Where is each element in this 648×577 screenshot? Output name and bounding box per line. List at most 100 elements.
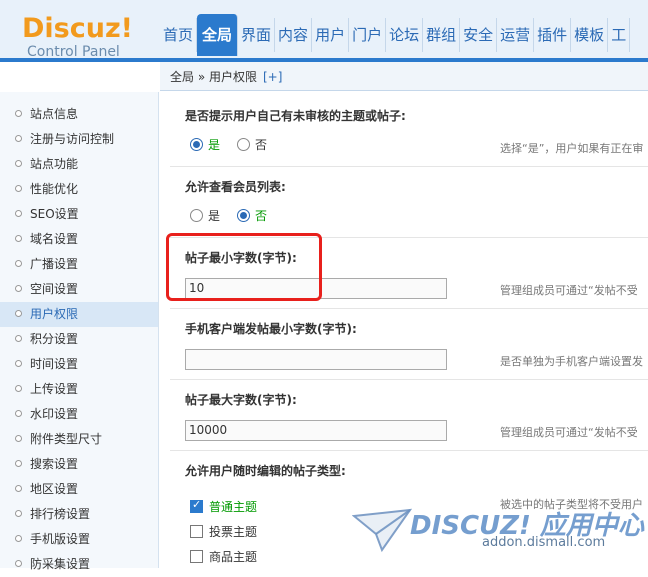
sidebar-item-label: 防采集设置	[30, 557, 91, 571]
nav-tab[interactable]: 界面	[238, 18, 276, 52]
header: Discuz! Control Panel 首页 全局 界面 内容 用户 门户 论坛 群组 安全…	[0, 0, 648, 62]
sidebar-item[interactable]: 域名设置	[0, 227, 158, 252]
edit-type-trade-checkbox[interactable]: 商品主题	[190, 548, 257, 565]
nav-tab[interactable]: 论坛	[386, 18, 424, 52]
bullet-icon	[15, 485, 22, 492]
breadcrumb: 全局 » 用户权限 [+]	[170, 68, 282, 85]
sidebar-item-label: 站点功能	[30, 157, 79, 171]
view-member-list-no-radio[interactable]: 否	[237, 207, 267, 224]
nav-tab[interactable]: 用户	[312, 18, 350, 52]
sidebar-item[interactable]: 地区设置	[0, 477, 158, 502]
checkbox-label: 投票主题	[209, 525, 258, 539]
sidebar-item-label: 积分设置	[30, 332, 79, 346]
nav-tab[interactable]: 模板	[571, 18, 609, 52]
sidebar-item-label: 上传设置	[30, 382, 79, 396]
sidebar-item[interactable]: 搜索设置	[0, 452, 158, 477]
sidebar-item[interactable]: 时间设置	[0, 352, 158, 377]
sidebar-item-label: 用户权限	[30, 307, 79, 321]
radio-label: 否	[255, 138, 268, 152]
sidebar-item[interactable]: 注册与访问控制	[0, 127, 158, 152]
sidebar-item-label: 性能优化	[30, 182, 79, 196]
sidebar-item[interactable]: 性能优化	[0, 177, 158, 202]
sidebar-item-label: 地区设置	[30, 482, 79, 496]
bullet-icon	[15, 310, 22, 317]
mobile-min-post-chars-hint: 是否单独为手机客户端设置发	[500, 355, 643, 368]
radio-label: 是	[208, 209, 221, 223]
sidebar: 站点信息注册与访问控制 站点功能性能优化 SEO设置域名设置广播设置空间设置用户权限…	[0, 92, 159, 571]
sidebar-item[interactable]: 站点功能	[0, 152, 158, 177]
sidebar-item-label: 搜索设置	[30, 457, 79, 471]
mobile-min-post-chars-label: 手机客户端发帖最小字数(字节):	[185, 322, 357, 336]
unreviewed-prompt-yes-radio[interactable]: 是	[190, 136, 220, 153]
max-post-chars-input[interactable]: 10000	[185, 420, 447, 441]
checkbox-unchecked-icon	[190, 525, 203, 538]
sidebar-item[interactable]: 积分设置	[0, 327, 158, 352]
radio-checked-icon	[190, 138, 203, 151]
divider	[170, 450, 648, 451]
bullet-icon	[15, 160, 22, 167]
discuz-logo[interactable]: Discuz! Control Panel	[22, 13, 133, 61]
nav-tab[interactable]: 内容	[275, 18, 313, 52]
nav-tab[interactable]: 首页	[160, 18, 198, 52]
sidebar-item[interactable]: 手机版设置	[0, 527, 158, 552]
sidebar-item[interactable]: 空间设置	[0, 277, 158, 302]
logo-name: Discuz!	[22, 13, 133, 44]
edit-type-poll-checkbox[interactable]: 投票主题	[190, 523, 257, 540]
sidebar-item-label: SEO设置	[30, 207, 79, 221]
edit-type-normal-checkbox[interactable]: 普通主题	[190, 498, 257, 515]
bullet-icon	[15, 535, 22, 542]
annotation-highlight-box	[166, 233, 322, 301]
settings-form: 是否提示用户自己有未审核的主题或帖子: 是 否 选择“是”，用户如果有正在审 允…	[170, 96, 648, 568]
bullet-icon	[15, 435, 22, 442]
sidebar-item[interactable]: 广播设置	[0, 252, 158, 277]
nav-tab[interactable]: 安全	[460, 18, 498, 52]
checkbox-unchecked-icon	[190, 550, 203, 563]
sidebar-item-label: 附件类型尺寸	[30, 432, 103, 446]
sidebar-item-label: 域名设置	[30, 232, 79, 246]
sidebar-item-label: 站点信息	[30, 107, 79, 121]
checkbox-label: 商品主题	[209, 550, 258, 564]
view-member-list-label: 允许查看会员列表:	[185, 180, 286, 194]
nav-tab[interactable]: 群组	[423, 18, 461, 52]
divider	[170, 166, 648, 167]
nav-tab[interactable]: 门户	[349, 18, 387, 52]
radio-unchecked-icon	[237, 138, 250, 151]
add-shortcut-link[interactable]: [+]	[263, 70, 282, 84]
bullet-icon	[15, 210, 22, 217]
radio-unchecked-icon	[190, 209, 203, 222]
sidebar-item[interactable]: 站点信息	[0, 102, 158, 127]
sidebar-item-label: 注册与访问控制	[30, 132, 115, 146]
sidebar-item-label: 空间设置	[30, 282, 79, 296]
sidebar-item[interactable]: 上传设置	[0, 377, 158, 402]
sidebar-item-label: 水印设置	[30, 407, 79, 421]
nav-tab[interactable]: 插件	[534, 18, 572, 52]
bullet-icon	[15, 285, 22, 292]
sidebar-item-label: 排行榜设置	[30, 507, 91, 521]
unreviewed-prompt-hint: 选择“是”，用户如果有正在审	[500, 142, 644, 155]
sidebar-item-label: 手机版设置	[30, 532, 91, 546]
sidebar-item[interactable]: 排行榜设置	[0, 502, 158, 527]
min-post-chars-hint: 管理组成员可通过“发帖不受	[500, 284, 638, 297]
sidebar-item[interactable]: SEO设置	[0, 202, 158, 227]
nav-tab[interactable]: 工	[608, 18, 631, 52]
unreviewed-prompt-no-radio[interactable]: 否	[237, 136, 267, 153]
sidebar-item[interactable]: 附件类型尺寸	[0, 427, 158, 452]
sidebar-item[interactable]: 防采集设置	[0, 552, 158, 577]
sidebar-item[interactable]: 水印设置	[0, 402, 158, 427]
mobile-min-post-chars-input[interactable]	[185, 349, 447, 370]
nav-tab[interactable]: 全局	[197, 14, 239, 56]
max-post-chars-hint: 管理组成员可通过“发帖不受	[500, 426, 638, 439]
divider	[170, 379, 648, 380]
nav-tab[interactable]: 运营	[497, 18, 535, 52]
unreviewed-prompt-label: 是否提示用户自己有未审核的主题或帖子:	[185, 109, 406, 123]
logo-subtitle: Control Panel	[27, 44, 120, 60]
checkbox-checked-icon	[190, 498, 203, 513]
sidebar-item-label: 时间设置	[30, 357, 79, 371]
bullet-icon	[15, 410, 22, 417]
bullet-icon	[15, 335, 22, 342]
sidebar-item[interactable]: 用户权限	[0, 302, 158, 327]
bullet-icon	[15, 460, 22, 467]
view-member-list-yes-radio[interactable]: 是	[190, 207, 220, 224]
bullet-icon	[15, 360, 22, 367]
bullet-icon	[15, 185, 22, 192]
